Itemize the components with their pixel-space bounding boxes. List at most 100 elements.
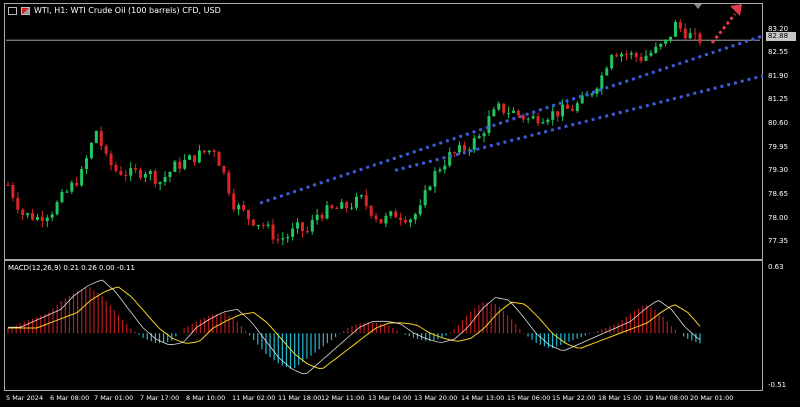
candle-body — [251, 219, 255, 226]
candle-body — [389, 211, 393, 216]
candle-body — [497, 103, 501, 110]
candle-body — [197, 150, 201, 163]
candle-body — [330, 205, 334, 209]
candle-body — [502, 103, 506, 114]
candle-body — [570, 108, 574, 111]
candle-body — [546, 119, 550, 123]
candle-body — [6, 184, 10, 186]
candle-body — [281, 238, 285, 240]
candle-body — [335, 208, 339, 210]
candle-body — [276, 239, 280, 241]
candle-body — [26, 213, 30, 216]
candle-body — [85, 158, 89, 170]
candle-body — [438, 169, 442, 172]
candle-body — [369, 205, 373, 216]
candle-body — [340, 202, 344, 209]
forecast-arrow-shaft — [710, 13, 737, 44]
candle-body — [173, 161, 177, 172]
candle-body — [364, 195, 368, 206]
candle-body — [345, 202, 349, 209]
candle-body — [448, 152, 452, 166]
candle-body — [639, 56, 643, 61]
candle-body — [634, 53, 638, 57]
candle-body — [168, 171, 172, 177]
candle-body — [482, 133, 486, 137]
candle-body — [551, 111, 555, 120]
candle-body — [242, 204, 246, 211]
candle-body — [595, 88, 599, 94]
candle-body — [89, 142, 93, 159]
candle-body — [119, 170, 123, 175]
candle-body — [325, 205, 329, 219]
candle-body — [512, 110, 516, 113]
macd-main-line — [8, 279, 701, 375]
candle-body — [531, 116, 535, 119]
candle-body — [305, 231, 309, 233]
candle-body — [678, 22, 682, 29]
candle-body — [359, 195, 363, 197]
candle-body — [256, 224, 260, 226]
candle-body — [624, 53, 628, 55]
candle-body — [178, 161, 182, 169]
candle-body — [610, 54, 614, 69]
candle-body — [153, 170, 157, 184]
candle-body — [669, 36, 673, 40]
candle-body — [575, 103, 579, 111]
candle-body — [683, 28, 687, 39]
candle-body — [384, 215, 388, 224]
candle-body — [615, 54, 619, 57]
candle-body — [21, 209, 25, 216]
candle-body — [104, 146, 108, 154]
candle-body — [286, 236, 290, 239]
trendline-lower — [394, 74, 764, 172]
candle-body — [600, 75, 604, 89]
candle-body — [266, 224, 270, 226]
candle-body — [688, 33, 692, 39]
candle-body — [310, 219, 314, 232]
candle-body — [11, 185, 15, 198]
candle-body — [472, 138, 476, 150]
candle-body — [50, 214, 54, 218]
candle-body — [605, 68, 609, 76]
candle-body — [516, 110, 520, 116]
candle-body — [541, 122, 545, 124]
candle-body — [183, 159, 187, 169]
candle-body — [300, 222, 304, 232]
candle-body — [354, 196, 358, 208]
candle-body — [163, 176, 167, 183]
candle-body — [227, 172, 231, 194]
candle-body — [55, 202, 59, 215]
candle-body — [202, 150, 206, 153]
candle-body — [222, 165, 226, 173]
candle-body — [139, 169, 143, 178]
candle-body — [350, 207, 354, 209]
candle-body — [654, 46, 658, 53]
macd-signal-line — [8, 286, 701, 370]
candle-body — [561, 104, 565, 117]
candle-body — [237, 204, 241, 210]
candle-body — [188, 155, 192, 160]
candle-body — [629, 53, 633, 55]
candle-body — [413, 214, 417, 220]
candle-body — [418, 205, 422, 215]
candle-body — [45, 217, 49, 221]
candle-body — [65, 191, 69, 193]
candle-body — [232, 193, 236, 210]
candle-body — [477, 136, 481, 139]
candle-body — [423, 190, 427, 206]
candle-body — [271, 224, 275, 240]
candle-body — [70, 182, 74, 192]
candle-body — [462, 145, 466, 151]
candle-body — [207, 150, 211, 153]
candle-body — [443, 165, 447, 170]
candle-body — [408, 219, 412, 223]
candle-body — [148, 170, 152, 174]
candle-body — [212, 150, 216, 152]
candle-body — [192, 155, 196, 163]
candle-body — [536, 116, 540, 124]
forecast-arrow-head — [730, 4, 742, 16]
candle-body — [80, 169, 84, 186]
candle-body — [320, 214, 324, 219]
candle-body — [31, 213, 35, 220]
chart-window: WTI, H1: WTI Crude Oil (100 barrels) CFD… — [0, 0, 800, 407]
